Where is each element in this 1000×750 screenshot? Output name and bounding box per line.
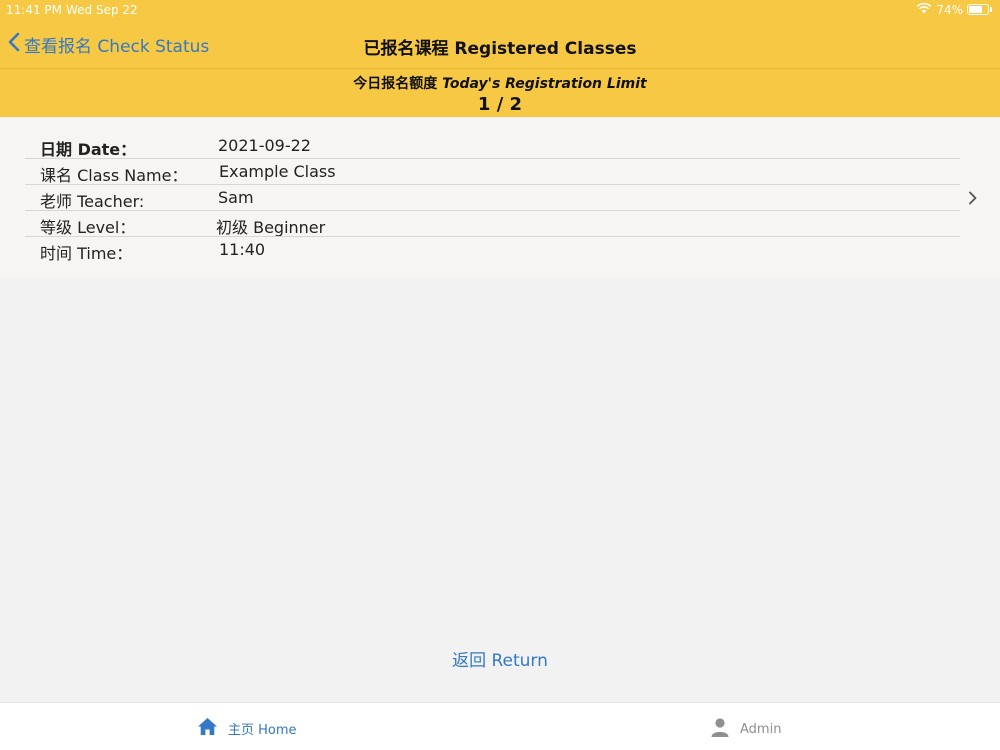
limit-value: 1 / 2 [477, 94, 523, 115]
tab-admin-label: Admin [740, 721, 782, 737]
class-name-label: 课名 Class Name： [40, 166, 188, 185]
status-indicators: 74% [916, 2, 992, 17]
limit-label-en: Today's Registration Limit [442, 76, 647, 92]
status-date: Wed Sep 22 [66, 3, 138, 17]
limit-label-zh: 今日报名额度 [353, 76, 438, 92]
class-card[interactable]: 日期 Date： 2021-09-22 课名 Class Name： Examp… [0, 117, 1000, 278]
teacher-row: 老师 Teacher: Sam [25, 184, 960, 211]
battery-fill [969, 6, 982, 13]
time-value: 11:40 [219, 240, 266, 259]
class-name-row: 课名 Class Name： Example Class [25, 158, 960, 185]
tab-admin[interactable]: Admin [710, 717, 781, 741]
battery-percent: 74% [936, 2, 963, 17]
level-value: 初级 Beginner [216, 218, 326, 237]
date-row: 日期 Date： 2021-09-22 [25, 132, 960, 159]
class-name-value: Example Class [219, 162, 336, 181]
limit-label: 今日报名额度 Today's Registration Limit [0, 69, 1000, 93]
page-title: 已报名课程 Registered Classes [363, 39, 637, 59]
person-icon [710, 717, 730, 741]
home-icon [197, 717, 218, 740]
time-row: 时间 Time： 11:40 [25, 236, 960, 263]
time-label: 时间 Time： [40, 244, 133, 263]
battery-icon [967, 4, 989, 15]
status-bar: 11:41 PM Wed Sep 22 74% [0, 0, 1000, 20]
wifi-icon [916, 2, 932, 17]
date-value: 2021-09-22 [218, 136, 311, 155]
battery-tip [990, 7, 992, 12]
teacher-label: 老师 Teacher: [40, 192, 145, 211]
status-time: 11:41 PM [6, 3, 62, 17]
screen: 11:41 PM Wed Sep 22 74% 查看报名 Check Statu… [0, 0, 1000, 750]
teacher-value: Sam [218, 188, 254, 207]
level-row: 等级 Level： 初级 Beginner [25, 210, 960, 237]
level-label: 等级 Level： [40, 218, 136, 237]
chevron-right-icon [968, 190, 978, 209]
date-label: 日期 Date： [40, 140, 137, 159]
nav-bar: 查看报名 Check Status 已报名课程 Registered Class… [0, 20, 1000, 68]
tab-bar: 主页 Home Admin [0, 702, 1000, 750]
return-button[interactable]: 返回 Return [0, 646, 1000, 671]
tab-home[interactable]: 主页 Home [197, 717, 297, 740]
registration-limit-banner: 今日报名额度 Today's Registration Limit 1 / 2 [0, 69, 1000, 117]
tab-home-label: 主页 Home [228, 723, 297, 738]
